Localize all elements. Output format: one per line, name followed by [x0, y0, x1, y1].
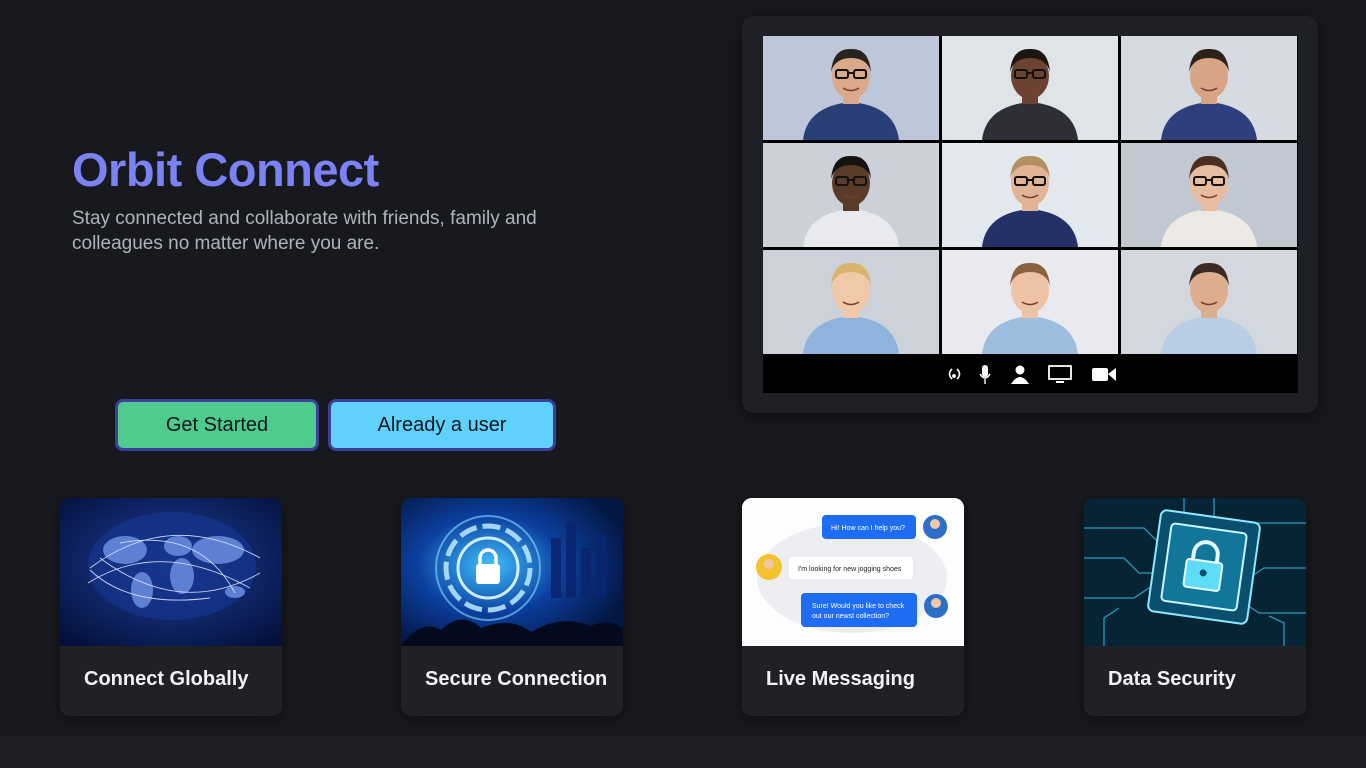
participant-video-tile: [942, 143, 1118, 247]
feature-title: Live Messaging: [766, 668, 915, 690]
chat-image: Hi! How can I help you? I'm looking for …: [742, 498, 964, 646]
get-started-button[interactable]: Get Started: [115, 399, 319, 451]
chat-message-3a: Sure! Would you like to check: [812, 603, 905, 610]
participant-video-tile: [1121, 143, 1297, 247]
feature-title: Data Security: [1108, 668, 1236, 690]
video-call-preview: [742, 16, 1318, 413]
participants-icon: [1011, 365, 1029, 384]
page-footer-band: [0, 736, 1366, 768]
already-a-user-button[interactable]: Already a user: [328, 399, 556, 451]
padlock-image: [401, 498, 623, 646]
participant-video-tile: [1121, 250, 1297, 354]
feature-card-secure-connection[interactable]: Secure Connection: [401, 498, 623, 716]
hero-subtitle: Stay connected and collaborate with frie…: [72, 208, 537, 254]
feature-card-live-messaging[interactable]: Hi! How can I help you? I'm looking for …: [742, 498, 964, 716]
feature-title: Connect Globally: [84, 668, 249, 690]
landing-page: Orbit Connect Stay connected and collabo…: [0, 0, 1366, 736]
participant-video-tile: [1121, 36, 1297, 140]
feature-card-data-security[interactable]: Data Security: [1084, 498, 1306, 716]
participant-video-tile: [942, 36, 1118, 140]
chat-message-3b: out our newst collection?: [812, 613, 889, 620]
participant-video-tile: [763, 36, 939, 140]
chat-message-2: I'm looking for new jogging shoes: [798, 566, 902, 573]
feature-card-connect-globally[interactable]: Connect Globally: [60, 498, 282, 716]
participant-video-tile: [763, 143, 939, 247]
participant-video-tile: [942, 250, 1118, 354]
chat-message-1: Hi! How can I help you?: [831, 525, 905, 532]
feature-title: Secure Connection: [425, 668, 608, 690]
microphone-icon: [979, 365, 991, 384]
call-controls-bar: [763, 356, 1298, 393]
participant-video-tile: [763, 250, 939, 354]
speaker-icon: [948, 368, 961, 380]
page-title: Orbit Connect: [72, 143, 379, 196]
camera-icon: [1092, 368, 1116, 381]
world-map-image: [60, 498, 282, 646]
chip-lock-image: [1084, 498, 1306, 646]
screen-share-icon: [1048, 365, 1072, 383]
video-call-grid: [763, 36, 1298, 393]
